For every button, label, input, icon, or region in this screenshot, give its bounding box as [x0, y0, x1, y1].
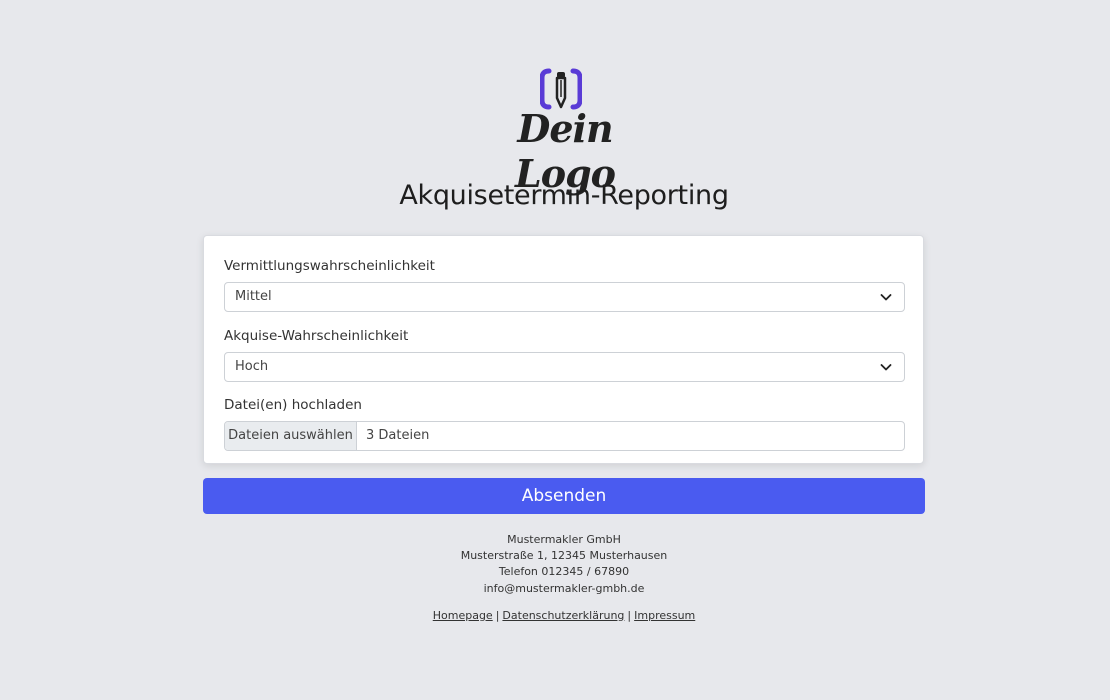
logo: Dein Logo — [480, 66, 650, 196]
probability-label: Vermittlungswahrscheinlichkeit — [224, 258, 435, 274]
privacy-link[interactable]: Datenschutzerklärung — [502, 609, 624, 622]
email: info@mustermakler-gmbh.de — [483, 581, 645, 595]
file-count: 3 Dateien — [366, 428, 430, 443]
phone: Telefon 012345 / 67890 — [498, 565, 630, 579]
separator: | — [627, 609, 632, 622]
file-upload-input[interactable]: Dateien auswählen 3 Dateien — [224, 421, 905, 451]
acquisition-probability-select[interactable]: Hoch — [224, 352, 905, 382]
form-card: Vermittlungswahrscheinlichkeit Mittel Ak… — [203, 235, 924, 464]
brokerage-probability-select[interactable]: Mittel — [224, 282, 905, 312]
page-title: Akquisetermin-Reporting — [399, 180, 729, 211]
brokerage-probability-value: Mittel — [235, 289, 272, 304]
upload-label: Datei(en) hochladen — [224, 397, 362, 413]
address: Musterstraße 1, 12345 Musterhausen — [460, 549, 668, 563]
separator: | — [495, 609, 500, 622]
homepage-link[interactable]: Homepage — [433, 609, 493, 622]
page: Dein Logo Akquisetermin-Reporting Vermit… — [0, 0, 1110, 700]
chevron-down-icon — [880, 294, 892, 301]
pencil-bracket-icon — [540, 68, 582, 110]
choose-files-button[interactable]: Dateien auswählen — [225, 422, 357, 450]
footer-contact: Mustermakler GmbH Musterstraße 1, 12345 … — [0, 532, 1110, 597]
chevron-down-icon — [880, 364, 892, 371]
submit-button[interactable]: Absenden — [203, 478, 925, 514]
acquisition-probability-label: Akquise-Wahrscheinlichkeit — [224, 328, 409, 344]
acquisition-probability-value: Hoch — [235, 359, 269, 374]
footer-links: Homepage | Datenschutzerklärung | Impressum — [0, 609, 1110, 622]
company-name: Mustermakler GmbH — [507, 533, 621, 546]
imprint-link[interactable]: Impressum — [634, 609, 695, 622]
